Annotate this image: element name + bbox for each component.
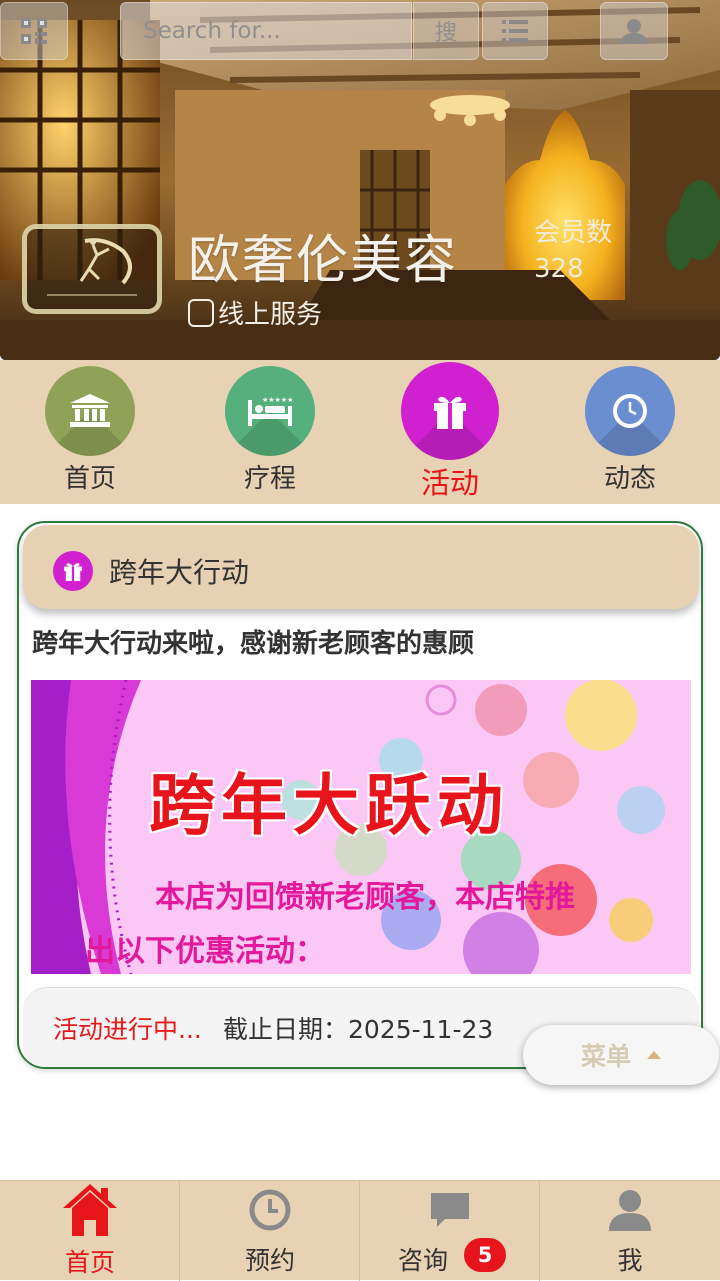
online-service-label: 线上服务 xyxy=(218,300,323,330)
store-logo xyxy=(22,224,162,314)
store-hero-banner: Search for... 搜 欧奢伦美容 线上服务 会员数 328 xyxy=(0,0,720,360)
tab-me[interactable]: 我 xyxy=(540,1181,720,1281)
nav-item-treatment[interactable]: ★★★★★ 疗程 xyxy=(180,360,360,504)
svg-text:★★★★★: ★★★★★ xyxy=(262,396,292,404)
nav-news-label: 动态 xyxy=(603,464,656,494)
person-icon xyxy=(609,1190,651,1231)
gift-icon xyxy=(434,396,466,429)
activity-banner-image[interactable]: 跨年大跃动 本店为回馈新老顾客，本店特推 出以下优惠活动： xyxy=(31,680,691,974)
activity-card[interactable]: 跨年大行动 跨年大行动来啦，感谢新老顾客的惠顾 跨年大跃动 本店为回馈新老顾客，… xyxy=(17,521,703,1069)
service-icon xyxy=(188,298,214,327)
tab-me-label: 我 xyxy=(617,1246,643,1275)
nav-item-home[interactable]: 首页 xyxy=(0,360,180,504)
nav-activity-circle xyxy=(401,362,499,460)
search-input[interactable]: Search for... xyxy=(120,2,412,60)
tab-appointment[interactable]: 预约 xyxy=(180,1181,360,1281)
qr-code-icon xyxy=(21,18,47,44)
bank-icon xyxy=(70,394,110,427)
nav-treatment-circle: ★★★★★ xyxy=(225,366,315,456)
home-icon xyxy=(63,1184,117,1236)
activity-card-title: 跨年大行动 xyxy=(109,556,250,589)
floating-menu-label: 菜单 xyxy=(580,1042,631,1071)
nav-home-circle xyxy=(45,366,135,456)
activity-status: 活动进行中... xyxy=(53,1015,202,1044)
gift-icon xyxy=(53,551,93,591)
member-count-value: 328 xyxy=(534,254,584,284)
bottom-tab-bar: 首页 预约 咨询 我 xyxy=(0,1180,720,1281)
activity-deadline: 截止日期：2025-11-23 xyxy=(223,1015,494,1044)
tab-appointment-label: 预约 xyxy=(244,1246,295,1275)
activity-card-header: 跨年大行动 xyxy=(23,525,699,609)
user-icon xyxy=(621,19,647,44)
nav-item-news[interactable]: 动态 xyxy=(540,360,720,504)
online-service-link[interactable]: 线上服务 xyxy=(188,294,322,331)
clock-icon xyxy=(613,394,647,428)
activity-subtitle: 跨年大行动来啦，感谢新老顾客的惠顾 xyxy=(32,629,475,659)
chat-icon xyxy=(431,1193,469,1227)
floating-menu-button[interactable]: 菜单 xyxy=(523,1025,719,1085)
clock-icon xyxy=(249,1189,291,1231)
list-button[interactable] xyxy=(482,2,548,60)
qr-code-button[interactable] xyxy=(0,2,68,60)
store-name: 欧奢伦美容 xyxy=(188,231,459,291)
category-nav: 首页 ★★★★★ 疗程 活动 动态 xyxy=(0,360,720,504)
nav-home-label: 首页 xyxy=(63,464,116,494)
banner-title: 跨年大跃动 xyxy=(149,766,509,844)
nav-item-activity[interactable]: 活动 xyxy=(360,360,540,504)
dancer-logo xyxy=(47,238,137,296)
tab-home-label: 首页 xyxy=(64,1248,115,1277)
banner-text-line-1: 本店为回馈新老顾客，本店特推 xyxy=(155,880,575,915)
nav-treatment-label: 疗程 xyxy=(243,464,296,494)
tab-home[interactable]: 首页 xyxy=(0,1181,180,1281)
consult-unread-badge: 5 xyxy=(464,1238,506,1272)
user-button[interactable] xyxy=(600,2,668,60)
list-icon xyxy=(502,20,528,42)
nav-news-circle xyxy=(585,366,675,456)
banner-text-line-2: 出以下优惠活动： xyxy=(85,934,325,969)
bed-icon: ★★★★★ xyxy=(248,396,292,426)
nav-activity-label: 活动 xyxy=(420,466,479,500)
caret-up-icon xyxy=(647,1051,661,1059)
tab-consult[interactable]: 咨询 xyxy=(360,1181,540,1281)
member-count-label: 会员数 xyxy=(534,218,613,248)
search-button[interactable]: 搜 xyxy=(413,2,479,60)
